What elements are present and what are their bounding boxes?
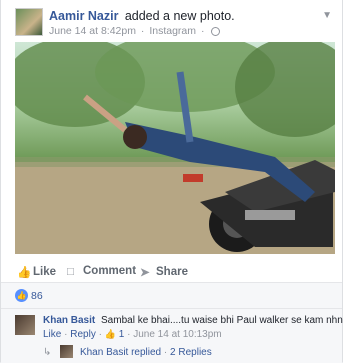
- comment-label: Comment: [83, 265, 137, 277]
- share-button[interactable]: ➤ Share: [140, 265, 188, 279]
- post-card: Aamir Nazir added a new photo. June 14 a…: [0, 0, 343, 363]
- like-icon: 👍: [15, 289, 28, 302]
- thumbs-up-icon: 👍: [17, 267, 32, 279]
- replies-count-link[interactable]: 2 Replies: [170, 347, 212, 358]
- globe-icon: [211, 26, 221, 36]
- comment-timestamp[interactable]: June 14 at 10:13pm: [133, 329, 221, 340]
- thumbs-up-icon-small: 👍: [104, 329, 116, 339]
- post-action-text: added a new photo.: [124, 9, 235, 23]
- post-meta: June 14 at 8:42pm · Instagram ·: [49, 25, 221, 37]
- post-headline: Aamir Nazir added a new photo.: [49, 9, 235, 23]
- comment-sep-2: ·: [98, 329, 102, 340]
- replies-sep: ·: [163, 347, 168, 358]
- commenter-name-link[interactable]: Khan Basit: [43, 315, 95, 326]
- comment-reply-link[interactable]: Reply: [70, 329, 96, 340]
- share-label: Share: [156, 266, 188, 278]
- comment-sep-1: ·: [64, 329, 68, 340]
- post-actions: 👍 Like □ Comment ➤ Share: [15, 265, 330, 281]
- meta-separator-2: ·: [200, 25, 205, 37]
- reactions-bar: 👍 86: [1, 283, 342, 308]
- comment-text: Sambal ke bhai....tu waise bhi Paul walk…: [101, 315, 343, 326]
- commenter-avatar[interactable]: [15, 315, 35, 335]
- reaction-count[interactable]: 86: [31, 290, 43, 302]
- comment-body: Khan Basit Sambal ke bhai....tu waise bh…: [43, 315, 343, 326]
- comment-actions: Like · Reply · 👍 1 · June 14 at 10:13pm: [43, 329, 222, 340]
- replies-author-text[interactable]: Khan Basit replied: [80, 347, 161, 358]
- author-avatar[interactable]: [15, 8, 43, 36]
- replier-avatar: [60, 345, 74, 358]
- chevron-down-icon[interactable]: ▼: [322, 10, 332, 21]
- comment-like-link[interactable]: Like: [43, 329, 61, 340]
- comment-like-count[interactable]: 1: [119, 329, 125, 340]
- post-timestamp[interactable]: June 14 at 8:42pm: [49, 25, 136, 37]
- author-name-link[interactable]: Aamir Nazir: [49, 9, 118, 23]
- replies-line[interactable]: ↳ Khan Basit replied · 2 Replies: [43, 345, 212, 358]
- comment-sep-3: ·: [127, 329, 131, 340]
- post-source: Instagram: [149, 25, 197, 37]
- like-label: Like: [33, 266, 57, 278]
- post-header: Aamir Nazir added a new photo. June 14 a…: [15, 8, 334, 38]
- comments-section: Khan Basit Sambal ke bhai....tu waise bh…: [1, 308, 343, 363]
- share-arrow-icon: ➤: [140, 267, 150, 279]
- reply-arrow-icon: ↳: [43, 347, 52, 358]
- photo-illustration: [15, 42, 335, 254]
- like-button[interactable]: 👍 Like: [17, 265, 57, 279]
- post-photo[interactable]: [15, 42, 335, 254]
- speech-bubble-icon: □: [67, 266, 74, 278]
- comment-button[interactable]: □ Comment: [67, 265, 137, 278]
- meta-separator: ·: [140, 25, 145, 37]
